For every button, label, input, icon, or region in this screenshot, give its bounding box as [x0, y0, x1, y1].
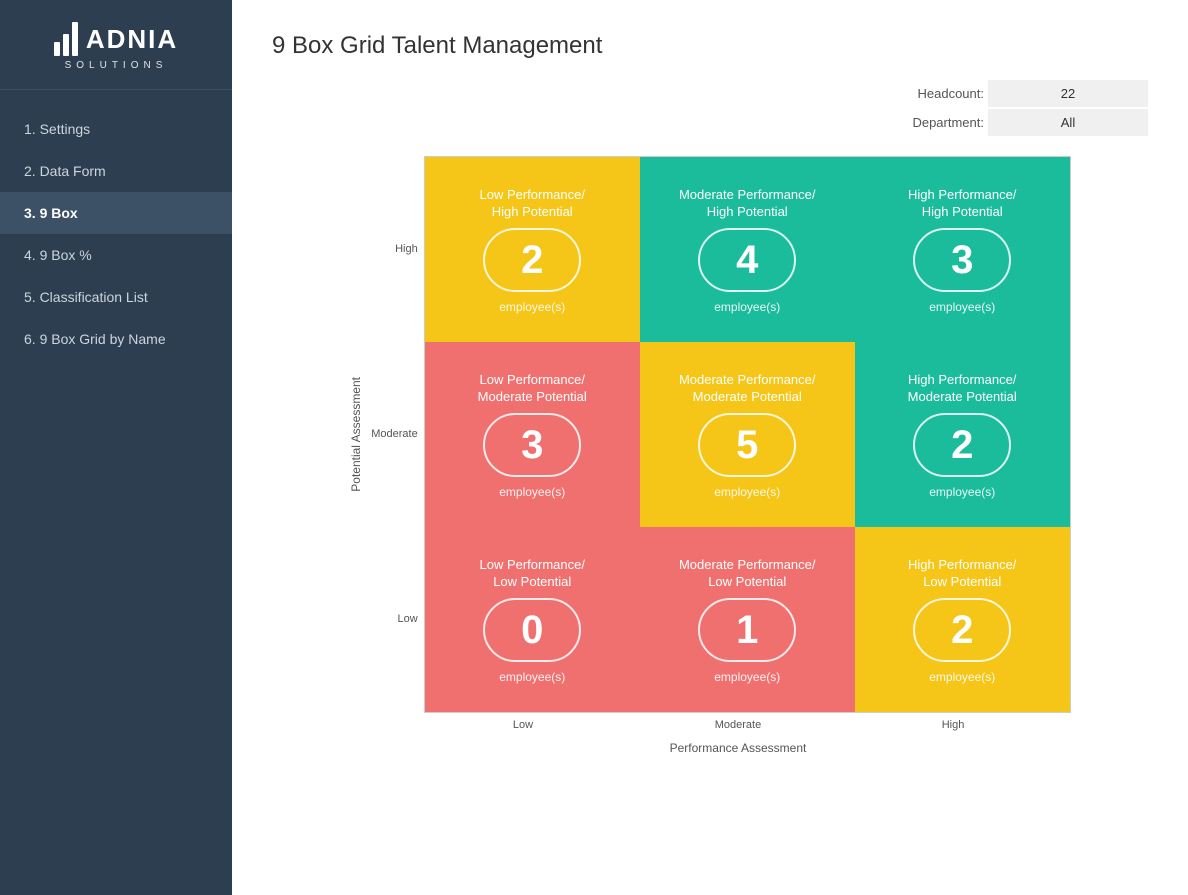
main-content: 9 Box Grid Talent Management Headcount: …: [232, 0, 1188, 895]
y-tick-low: Low: [371, 526, 417, 711]
box-count-wrapper-6: 0: [483, 598, 581, 662]
box-count-wrapper-5: 2: [913, 413, 1011, 477]
box-title-5: High Performance/Moderate Potential: [908, 372, 1017, 406]
x-tick-high: High: [846, 719, 1061, 731]
nav-item-data-form[interactable]: 2. Data Form: [0, 150, 232, 192]
stats-area: Headcount: 22 Department: All: [272, 80, 1148, 138]
y-ticks: High Moderate Low: [371, 156, 417, 711]
page-title: 9 Box Grid Talent Management: [272, 32, 1148, 60]
y-tick-moderate: Moderate: [371, 341, 417, 526]
box-employees-5: employee(s): [929, 485, 995, 499]
x-tick-low: Low: [416, 719, 631, 731]
y-tick-high: High: [371, 156, 417, 341]
logo-sub: SOLUTIONS: [65, 60, 168, 71]
box-cell-3: Low Performance/Moderate Potential 3 emplo…: [425, 342, 640, 527]
box-count-wrapper-1: 4: [698, 228, 796, 292]
box-cell-1: Moderate Performance/High Potential 4 empl…: [640, 157, 855, 342]
x-axis-label: Performance Assessment: [670, 741, 807, 755]
box-title-0: Low Performance/High Potential: [479, 187, 585, 221]
box-title-4: Moderate Performance/Moderate Potential: [679, 372, 816, 406]
nav-item-settings[interactable]: 1. Settings: [0, 108, 232, 150]
box-count-8: 2: [951, 610, 973, 650]
box-count-5: 2: [951, 425, 973, 465]
x-tick-moderate: Moderate: [631, 719, 846, 731]
box-employees-2: employee(s): [929, 300, 995, 314]
logo-name: ADNIA: [86, 26, 178, 52]
logo-bar-1: [54, 42, 60, 56]
box-employees-7: employee(s): [714, 670, 780, 684]
box-count-2: 3: [951, 240, 973, 280]
box-title-3: Low Performance/Moderate Potential: [478, 372, 587, 406]
box-count-wrapper-7: 1: [698, 598, 796, 662]
sidebar: ADNIA SOLUTIONS 1. Settings2. Data Form3…: [0, 0, 232, 895]
box-title-6: Low Performance/Low Potential: [479, 557, 585, 591]
department-row: Department: All: [884, 109, 1148, 136]
box-count-wrapper-8: 2: [913, 598, 1011, 662]
box-title-1: Moderate Performance/High Potential: [679, 187, 816, 221]
nine-box-grid: Low Performance/High Potential 2 employee(…: [424, 156, 1071, 713]
box-count-4: 5: [736, 425, 758, 465]
box-cell-4: Moderate Performance/Moderate Potential 5…: [640, 342, 855, 527]
box-count-wrapper-0: 2: [483, 228, 581, 292]
box-cell-7: Moderate Performance/Low Potential 1 emplo…: [640, 527, 855, 712]
box-count-wrapper-2: 3: [913, 228, 1011, 292]
box-count-wrapper-4: 5: [698, 413, 796, 477]
logo-bars: [54, 22, 78, 56]
box-count-3: 3: [521, 425, 543, 465]
box-employees-6: employee(s): [499, 670, 565, 684]
nav-item-9-box[interactable]: 3. 9 Box: [0, 192, 232, 234]
logo-icon: ADNIA: [54, 22, 178, 56]
box-employees-8: employee(s): [929, 670, 995, 684]
headcount-value: 22: [988, 80, 1148, 107]
department-value: All: [988, 109, 1148, 136]
x-ticks: Low Moderate High: [416, 719, 1061, 731]
box-cell-2: High Performance/High Potential 3 employee…: [855, 157, 1070, 342]
box-count-1: 4: [736, 240, 758, 280]
box-employees-1: employee(s): [714, 300, 780, 314]
box-cell-0: Low Performance/High Potential 2 employee(…: [425, 157, 640, 342]
box-cell-5: High Performance/Moderate Potential 2 empl…: [855, 342, 1070, 527]
box-title-8: High Performance/Low Potential: [908, 557, 1016, 591]
y-axis-label: Potential Assessment: [349, 377, 363, 492]
headcount-label: Headcount:: [884, 86, 984, 101]
box-count-6: 0: [521, 610, 543, 650]
box-count-7: 1: [736, 610, 758, 650]
y-ticks-and-grid: High Moderate Low Low Performance/High P…: [371, 156, 1070, 713]
headcount-row: Headcount: 22: [884, 80, 1148, 107]
grid-with-axes: Potential Assessment High Moderate Low L…: [349, 156, 1070, 713]
department-label: Department:: [884, 115, 984, 130]
logo-bar-2: [63, 34, 69, 56]
box-cell-6: Low Performance/Low Potential 0 employee(s…: [425, 527, 640, 712]
box-count-0: 2: [521, 240, 543, 280]
box-title-7: Moderate Performance/Low Potential: [679, 557, 816, 591]
nav-item-9-box-pct[interactable]: 4. 9 Box %: [0, 234, 232, 276]
logo-bar-3: [72, 22, 78, 56]
box-employees-3: employee(s): [499, 485, 565, 499]
box-employees-0: employee(s): [499, 300, 565, 314]
box-cell-8: High Performance/Low Potential 2 employee(…: [855, 527, 1070, 712]
logo-area: ADNIA SOLUTIONS: [0, 0, 232, 90]
nav-item-9-box-name[interactable]: 6. 9 Box Grid by Name: [0, 318, 232, 360]
box-title-2: High Performance/High Potential: [908, 187, 1016, 221]
box-employees-4: employee(s): [714, 485, 780, 499]
nav-menu: 1. Settings2. Data Form3. 9 Box4. 9 Box …: [0, 90, 232, 895]
nav-item-classification-list[interactable]: 5. Classification List: [0, 276, 232, 318]
grid-wrapper: Potential Assessment High Moderate Low L…: [272, 156, 1148, 871]
box-count-wrapper-3: 3: [483, 413, 581, 477]
